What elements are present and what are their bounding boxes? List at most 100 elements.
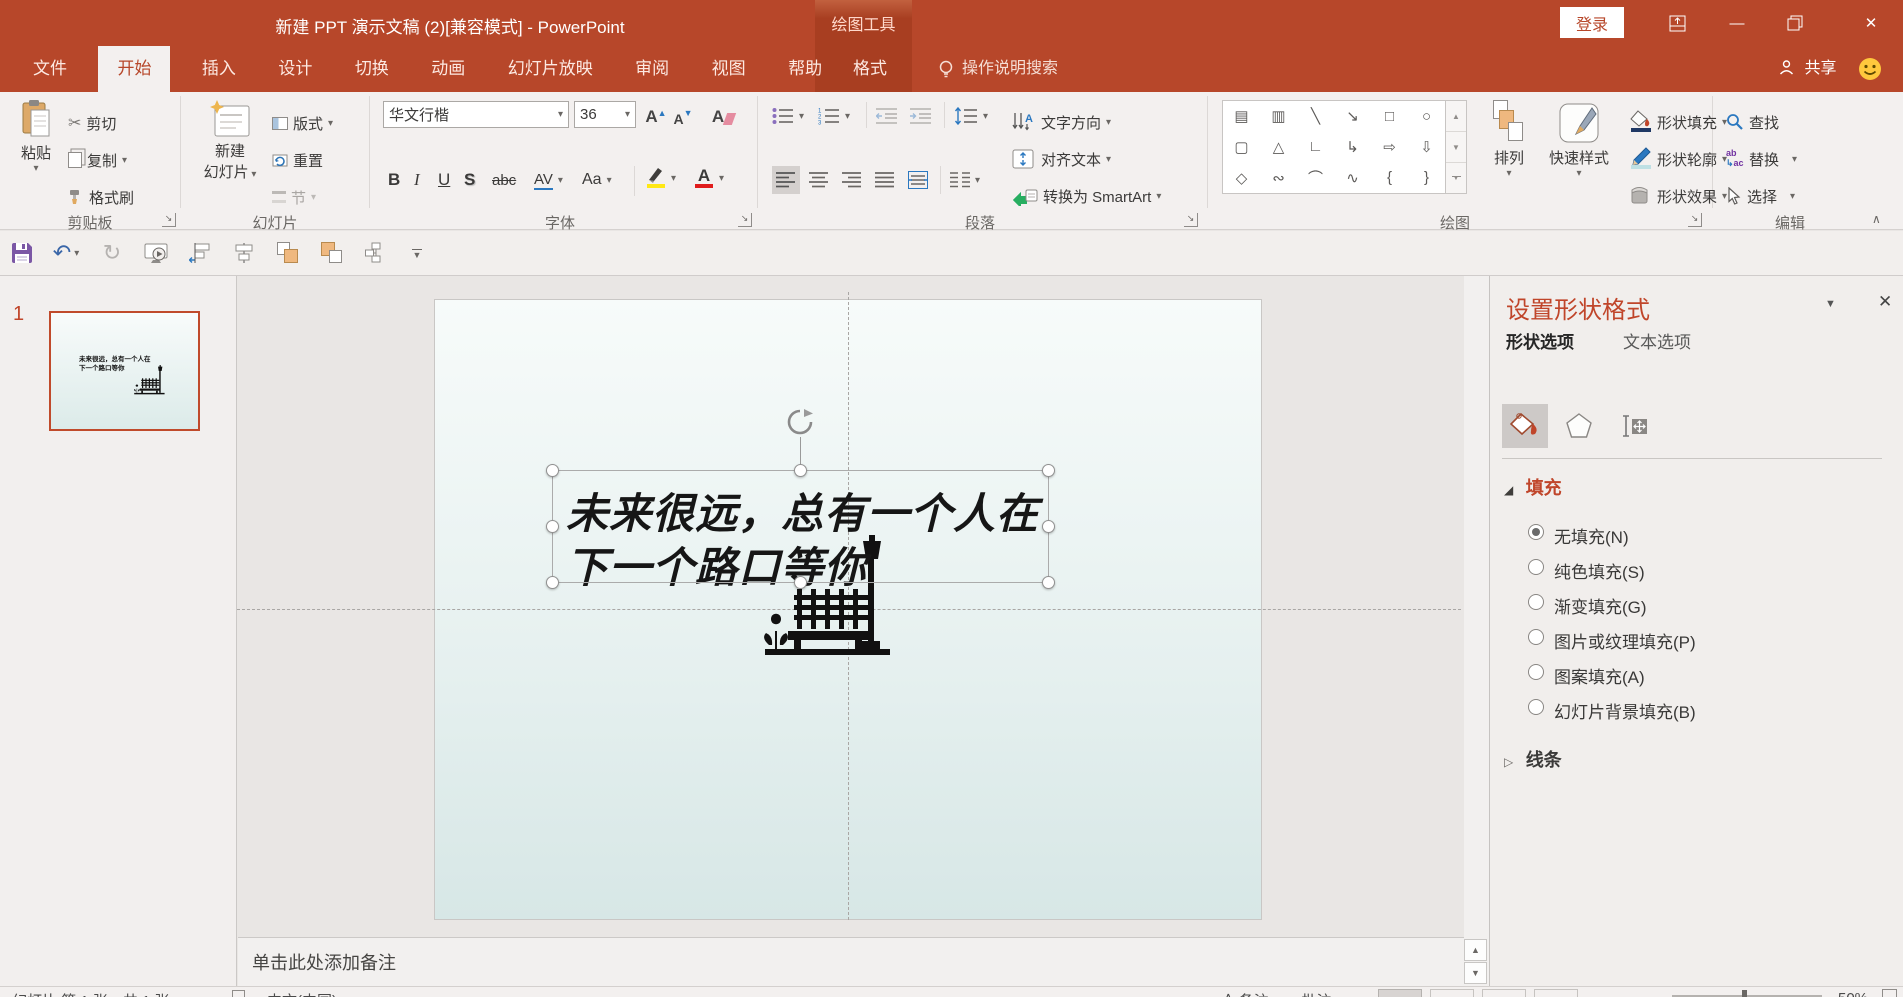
resize-handle-top-center[interactable] xyxy=(794,464,807,477)
arrange-button[interactable]: 排列 ▾ xyxy=(1486,100,1532,179)
dialog-launcher-clipboard[interactable] xyxy=(162,213,176,227)
shape-elbow-arrow-icon[interactable]: ↳ xyxy=(1335,132,1370,161)
tell-me-search-box[interactable]: 操作说明搜索 xyxy=(962,46,1058,92)
tab-format[interactable]: 格式 xyxy=(834,46,906,92)
send-backward-button[interactable] xyxy=(316,238,348,268)
align-left-button[interactable] xyxy=(772,166,800,194)
paste-dropdown[interactable]: ▾ xyxy=(33,163,38,174)
size-properties-tab-icon[interactable] xyxy=(1610,404,1656,448)
tab-animations[interactable]: 动画 xyxy=(412,46,484,92)
shape-line-icon[interactable]: ╲ xyxy=(1298,102,1333,131)
tab-home[interactable]: 开始 xyxy=(98,46,170,92)
numbering-button[interactable]: 123▾ xyxy=(818,104,850,128)
view-slideshow-button[interactable] xyxy=(1534,989,1578,997)
view-normal-button[interactable] xyxy=(1378,989,1422,997)
layout-button[interactable]: 版式▾ xyxy=(272,111,333,135)
font-name-combobox[interactable]: 华文行楷▾ xyxy=(383,101,569,128)
tab-shape-options[interactable]: 形状选项 xyxy=(1506,328,1574,353)
increase-font-size-button[interactable]: A▲ xyxy=(644,101,668,128)
shape-freeform-icon[interactable]: ◇ xyxy=(1224,163,1259,192)
zoom-out-button[interactable]: − xyxy=(1648,990,1657,997)
underline-button[interactable]: U xyxy=(438,168,450,192)
close-button[interactable]: ✕ xyxy=(1842,0,1900,46)
rotation-handle-icon[interactable] xyxy=(786,408,814,436)
text-shadow-button[interactable]: S xyxy=(464,168,475,192)
pane-options-dropdown[interactable]: ▼ xyxy=(1825,298,1836,310)
ribbon-display-options-button[interactable] xyxy=(1654,0,1700,46)
tab-slideshow[interactable]: 幻灯片放映 xyxy=(489,46,612,92)
distribute-text-button[interactable] xyxy=(904,166,932,194)
decrease-indent-button[interactable] xyxy=(876,104,898,128)
tab-help[interactable]: 帮助 xyxy=(769,46,841,92)
align-center-button[interactable] xyxy=(805,166,833,194)
shape-right-brace-icon[interactable]: } xyxy=(1409,163,1444,192)
quick-styles-button[interactable]: 快速样式 ▾ xyxy=(1538,100,1620,179)
gallery-scroll-down-button[interactable]: ▼ xyxy=(1446,131,1466,162)
radio-gradient-fill[interactable] xyxy=(1528,594,1544,610)
shape-right-arrow-icon[interactable]: ⇨ xyxy=(1372,132,1407,161)
minimize-button[interactable]: — xyxy=(1714,0,1760,46)
shape-outline-button[interactable]: 形状轮廓▾ xyxy=(1630,147,1727,171)
resize-handle-bottom-left[interactable] xyxy=(546,576,559,589)
feedback-smiley-icon[interactable] xyxy=(1858,57,1882,81)
change-case-button[interactable]: Aa▾ xyxy=(582,168,612,192)
new-slide-button[interactable]: 新建 幻灯片 ▾ xyxy=(196,100,264,182)
resize-handle-top-left[interactable] xyxy=(546,464,559,477)
shape-down-arrow-icon[interactable]: ⇩ xyxy=(1409,132,1444,161)
paste-button[interactable]: 粘贴 ▾ xyxy=(10,100,62,174)
option-pattern-fill[interactable]: 图案填充(A) xyxy=(1554,663,1645,688)
dialog-launcher-drawing[interactable] xyxy=(1688,213,1702,227)
section-button[interactable]: 节▾ xyxy=(272,185,316,209)
radio-solid-fill[interactable] xyxy=(1528,559,1544,575)
shape-oval-icon[interactable]: ○ xyxy=(1409,102,1444,131)
tab-transitions[interactable]: 切换 xyxy=(336,46,408,92)
scroll-down-button[interactable]: ▼ xyxy=(1464,962,1487,984)
dialog-launcher-font[interactable] xyxy=(738,213,752,227)
resize-handle-top-right[interactable] xyxy=(1042,464,1055,477)
share-button[interactable]: 共享 xyxy=(1778,46,1836,92)
select-button[interactable]: 选择▾ xyxy=(1726,184,1795,208)
tab-insert[interactable]: 插入 xyxy=(183,46,255,92)
shape-vertical-textbox-icon[interactable]: ▥ xyxy=(1261,102,1296,131)
option-no-fill[interactable]: 无填充(N) xyxy=(1554,523,1629,548)
shape-triangle-icon[interactable]: △ xyxy=(1261,132,1296,161)
font-color-button[interactable]: A▾ xyxy=(694,166,724,190)
restore-button[interactable] xyxy=(1772,0,1818,46)
tab-review[interactable]: 审阅 xyxy=(616,46,688,92)
fill-and-line-tab-icon[interactable] xyxy=(1502,404,1548,448)
shape-fill-button[interactable]: 形状填充▾ xyxy=(1630,110,1727,134)
zoom-level[interactable]: 50% xyxy=(1838,990,1868,997)
convert-to-smartart-button[interactable]: 转换为 SmartArt▾ xyxy=(1012,184,1161,208)
effects-tab-icon[interactable] xyxy=(1556,404,1602,448)
save-button[interactable] xyxy=(6,238,38,268)
replace-button[interactable]: ab↳ac 替换▾ xyxy=(1726,147,1797,171)
tab-design[interactable]: 设计 xyxy=(259,46,331,92)
resize-handle-bottom-center[interactable] xyxy=(794,576,807,589)
radio-slide-background-fill[interactable] xyxy=(1528,699,1544,715)
slide-thumbnail[interactable]: 未来很远，总有一个人在下一个路口等你 xyxy=(49,311,200,431)
tab-view[interactable]: 视图 xyxy=(693,46,765,92)
strikethrough-button[interactable]: abc xyxy=(492,168,516,192)
shape-rounded-rectangle-icon[interactable]: ▢ xyxy=(1224,132,1259,161)
format-painter-button[interactable]: 格式刷 xyxy=(68,185,134,209)
radio-picture-fill[interactable] xyxy=(1528,629,1544,645)
bring-forward-button[interactable] xyxy=(272,238,304,268)
sign-in-button[interactable]: 登录 xyxy=(1560,7,1624,38)
undo-button[interactable]: ↶▾ xyxy=(44,238,88,268)
shape-textbox-icon[interactable]: ▤ xyxy=(1224,102,1259,131)
reset-button[interactable]: 重置 xyxy=(272,148,323,172)
align-right-button[interactable] xyxy=(838,166,866,194)
bullets-button[interactable]: ▾ xyxy=(772,104,804,128)
qat-more-commands-button[interactable]: ▼ xyxy=(404,238,430,268)
resize-handle-middle-left[interactable] xyxy=(546,520,559,533)
line-spacing-button[interactable]: ▾ xyxy=(954,104,988,128)
fit-slide-to-window-button[interactable] xyxy=(1882,989,1897,997)
gallery-more-button[interactable]: ▼ xyxy=(1446,162,1466,193)
status-comments-button[interactable]: ▪ 批注 xyxy=(1292,990,1332,997)
font-size-combobox[interactable]: 36▾ xyxy=(574,101,636,128)
option-picture-texture-fill[interactable]: 图片或纹理填充(P) xyxy=(1554,628,1696,653)
option-solid-fill[interactable]: 纯色填充(S) xyxy=(1554,558,1645,583)
text-direction-button[interactable]: A 文字方向▾ xyxy=(1012,110,1111,134)
align-object-center-button[interactable] xyxy=(228,238,260,268)
shape-curve-icon[interactable]: ∿ xyxy=(1335,163,1370,192)
